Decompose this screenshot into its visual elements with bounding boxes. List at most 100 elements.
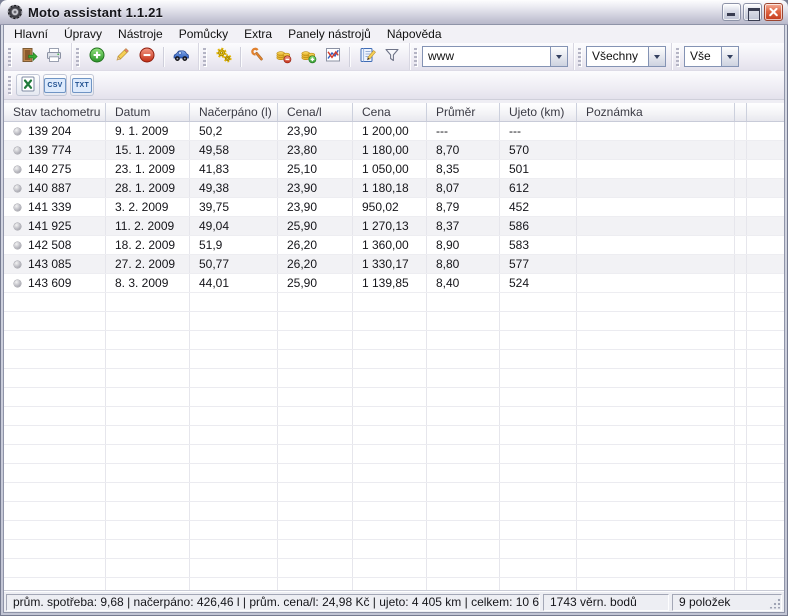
menu-item-extra[interactable]: Extra <box>236 26 280 42</box>
row-bullet-icon <box>14 166 21 173</box>
filter-funnel-icon <box>383 46 401 67</box>
toolband-grip[interactable] <box>8 48 11 66</box>
column-header-3[interactable]: Cena/l <box>278 103 353 121</box>
service-button[interactable] <box>245 45 270 69</box>
row-bullet-icon <box>14 204 21 211</box>
menu-item-hlavn-[interactable]: Hlavní <box>6 26 56 42</box>
table-row[interactable]: 139 2049. 1. 200950,223,901 200,00------ <box>4 122 784 141</box>
csv-export-icon: CSV <box>44 78 65 93</box>
range-combobox[interactable]: Vše <box>684 46 739 67</box>
toolband-grip[interactable] <box>578 48 581 66</box>
menu-item-panely-n-stroj-[interactable]: Panely nástrojů <box>280 26 379 42</box>
export-excel-button[interactable] <box>16 74 40 96</box>
filter-combobox[interactable]: www <box>422 46 568 67</box>
table-row[interactable]: 140 88728. 1. 200949,3823,901 180,188,07… <box>4 179 784 198</box>
column-header-0[interactable]: Stav tachometru <box>4 103 106 121</box>
gears-icon <box>215 46 233 67</box>
menu-item-n-stroje[interactable]: Nástroje <box>110 26 171 42</box>
expenses-button[interactable] <box>270 45 295 69</box>
printer-icon <box>45 46 63 67</box>
toolbar-separator <box>349 47 350 67</box>
titlebar[interactable]: Moto assistant 1.1.21 <box>0 0 788 25</box>
column-header-2[interactable]: Načerpáno (l) <box>190 103 278 121</box>
table-row[interactable]: 143 08527. 2. 200950,7726,201 330,178,80… <box>4 255 784 274</box>
column-header-8[interactable] <box>735 103 747 121</box>
add-record-button[interactable] <box>84 45 109 69</box>
exit-door-icon <box>20 46 38 67</box>
delete-record-button[interactable] <box>134 45 159 69</box>
column-header-7[interactable]: Poznámka <box>577 103 735 121</box>
column-header-1[interactable]: Datum <box>106 103 190 121</box>
scope-combobox-value: Všechny <box>587 47 648 66</box>
row-bullet-icon <box>14 280 21 287</box>
table-row[interactable]: 140 27523. 1. 200941,8325,101 050,008,35… <box>4 160 784 179</box>
notebook-pencil-icon <box>358 46 376 67</box>
table-row[interactable]: 141 92511. 2. 200949,0425,901 270,138,37… <box>4 217 784 236</box>
row-bullet-icon <box>14 261 21 268</box>
toolband-grip[interactable] <box>76 48 79 66</box>
toolband-grip[interactable] <box>203 48 206 66</box>
row-bullet-icon <box>14 128 21 135</box>
export-csv-button[interactable]: CSV <box>43 74 67 96</box>
scope-combobox[interactable]: Všechny <box>586 46 666 67</box>
row-bullet-icon <box>14 185 21 192</box>
menu-item--pravy[interactable]: Úpravy <box>56 26 110 42</box>
window-body: HlavníÚpravyNástrojePomůckyExtraPanely n… <box>4 25 784 612</box>
table-rows: 139 2049. 1. 200950,223,901 200,00------… <box>4 122 784 293</box>
edit-record-button[interactable] <box>109 45 134 69</box>
toolband-grip[interactable] <box>676 48 679 66</box>
table-row[interactable]: 139 77415. 1. 200949,5823,801 180,008,70… <box>4 141 784 160</box>
minimize-button[interactable] <box>722 3 741 21</box>
maximize-button[interactable] <box>743 3 762 21</box>
toolband-search: www <box>410 43 574 70</box>
car-icon <box>172 46 190 67</box>
range-combobox-value: Vše <box>685 47 721 66</box>
export-txt-button[interactable]: TXT <box>70 74 94 96</box>
chevron-down-icon[interactable] <box>721 47 738 66</box>
exit-button[interactable] <box>16 45 41 69</box>
column-header-filler <box>747 103 784 121</box>
table-row[interactable]: 142 50818. 2. 200951,926,201 360,008,905… <box>4 236 784 255</box>
income-button[interactable] <box>295 45 320 69</box>
toolband-grip[interactable] <box>414 48 417 66</box>
column-header-5[interactable]: Průměr <box>427 103 500 121</box>
toolband-file <box>4 43 72 70</box>
row-bullet-icon <box>14 223 21 230</box>
print-button[interactable] <box>41 45 66 69</box>
table-row[interactable]: 141 3393. 2. 200939,7523,90950,028,79452 <box>4 198 784 217</box>
menu-item-pom-cky[interactable]: Pomůcky <box>171 26 236 42</box>
toolband-grip[interactable] <box>8 76 11 94</box>
row-bullet-icon <box>14 242 21 249</box>
table-empty-area <box>4 293 784 591</box>
chart-icon <box>324 46 342 67</box>
settings-button[interactable] <box>211 45 236 69</box>
toolband-edit <box>72 43 199 70</box>
statistics-button[interactable] <box>320 45 345 69</box>
row-bullet-icon <box>14 147 21 154</box>
notes-button[interactable] <box>354 45 379 69</box>
table-row[interactable]: 143 6098. 3. 200944,0125,901 139,858,405… <box>4 274 784 293</box>
toolbar-separator <box>163 47 164 67</box>
column-header-6[interactable]: Ujeto (km) <box>500 103 577 121</box>
window-title: Moto assistant 1.1.21 <box>28 5 722 20</box>
txt-export-icon: TXT <box>72 78 92 93</box>
resize-grip[interactable] <box>768 597 780 609</box>
wheel-app-icon <box>7 4 23 20</box>
status-item-count: 9 položek <box>672 594 782 611</box>
status-item-count-label: 9 položek <box>679 595 730 609</box>
close-button[interactable] <box>764 3 783 21</box>
table-header-row: Stav tachometruDatumNačerpáno (l)Cena/lC… <box>4 103 784 122</box>
vehicle-button[interactable] <box>168 45 193 69</box>
column-header-4[interactable]: Cena <box>353 103 427 121</box>
wrench-icon <box>249 46 267 67</box>
toolbar-main: www Všechny Vše <box>4 43 784 71</box>
chevron-down-icon[interactable] <box>550 47 567 66</box>
toolband-range: Vše <box>672 43 744 70</box>
excel-export-icon <box>19 75 37 96</box>
filter-button[interactable] <box>379 45 404 69</box>
chevron-down-icon[interactable] <box>648 47 665 66</box>
menu-item-n-pov-da[interactable]: Nápověda <box>379 26 450 42</box>
app-window: Moto assistant 1.1.21 HlavníÚpravyNástro… <box>0 0 788 616</box>
toolbar-separator <box>240 47 241 67</box>
toolband-export: CSV TXT <box>4 71 102 99</box>
